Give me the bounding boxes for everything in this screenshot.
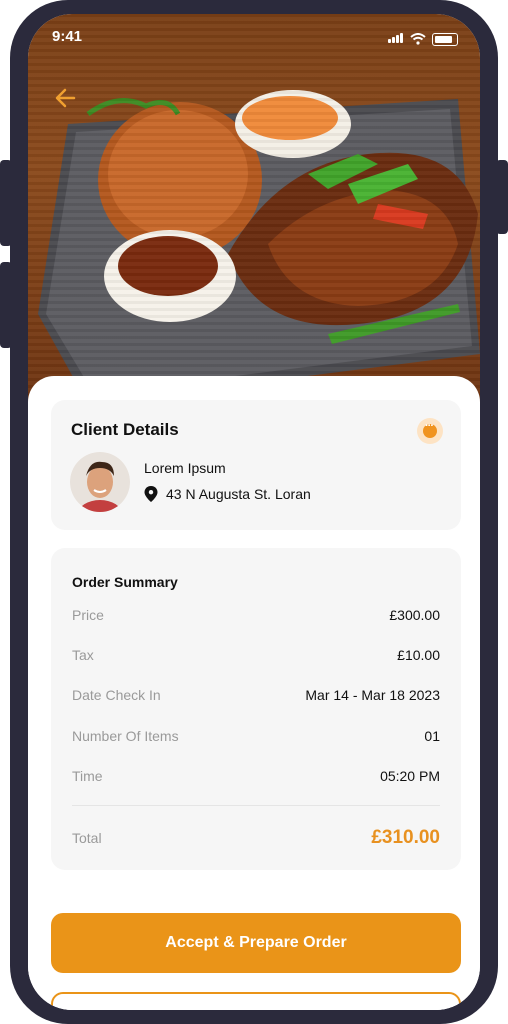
signal-icon <box>388 30 404 48</box>
time-value: 05:20 PM <box>380 768 440 784</box>
status-bar: 9:41 <box>28 14 480 58</box>
number-of-items-label: Number Of Items <box>72 728 179 744</box>
battery-icon <box>432 32 458 46</box>
client-name: Lorem Ipsum <box>144 460 226 476</box>
tax-value: £10.00 <box>397 647 440 663</box>
date-check-in-label: Date Check In <box>72 687 161 703</box>
client-avatar <box>70 452 130 512</box>
accept-prepare-order-button[interactable]: Accept & Prepare Order <box>51 913 461 973</box>
chat-button[interactable] <box>417 418 443 444</box>
total-label: Total <box>72 830 102 846</box>
client-details-title: Client Details <box>71 420 179 439</box>
phone-screen: 9:41 Client Details ··· Lorem Ipsum 43 N… <box>28 14 480 1010</box>
client-details-card: Client Details Lorem Ipsum 43 N Augusta … <box>51 400 461 530</box>
chat-icon <box>423 420 437 438</box>
tax-label: Tax <box>72 647 94 663</box>
food-photo <box>28 14 480 406</box>
volume-up-button <box>0 160 12 246</box>
summary-row-total: Total £310.00 <box>72 827 440 848</box>
order-summary-card: Order Summary Price £300.00 Tax £10.00 D… <box>51 548 461 870</box>
summary-row-time: Time 05:20 PM <box>72 766 440 786</box>
back-arrow-icon <box>55 88 76 108</box>
status-time: 9:41 <box>52 28 83 45</box>
power-button <box>496 160 508 234</box>
order-summary-title: Order Summary <box>72 574 178 590</box>
price-value: £300.00 <box>389 607 440 623</box>
back-button[interactable] <box>52 84 80 112</box>
number-of-items-value: 01 <box>424 728 440 744</box>
date-check-in-value: Mar 14 - Mar 18 2023 <box>305 687 440 703</box>
summary-row-date: Date Check In Mar 14 - Mar 18 2023 <box>72 685 440 705</box>
secondary-action-button[interactable] <box>51 992 461 1010</box>
volume-down-button <box>0 262 12 348</box>
summary-row-items: Number Of Items 01 <box>72 726 440 746</box>
time-label: Time <box>72 768 103 784</box>
summary-divider <box>72 805 440 806</box>
location-pin-icon <box>144 486 158 502</box>
client-address: 43 N Augusta St. Loran <box>144 486 311 502</box>
wifi-icon <box>410 33 426 45</box>
summary-row-price: Price £300.00 <box>72 605 440 625</box>
price-label: Price <box>72 607 104 623</box>
summary-row-tax: Tax £10.00 <box>72 645 440 665</box>
total-value: £310.00 <box>371 827 440 848</box>
client-address-text: 43 N Augusta St. Loran <box>166 486 311 502</box>
